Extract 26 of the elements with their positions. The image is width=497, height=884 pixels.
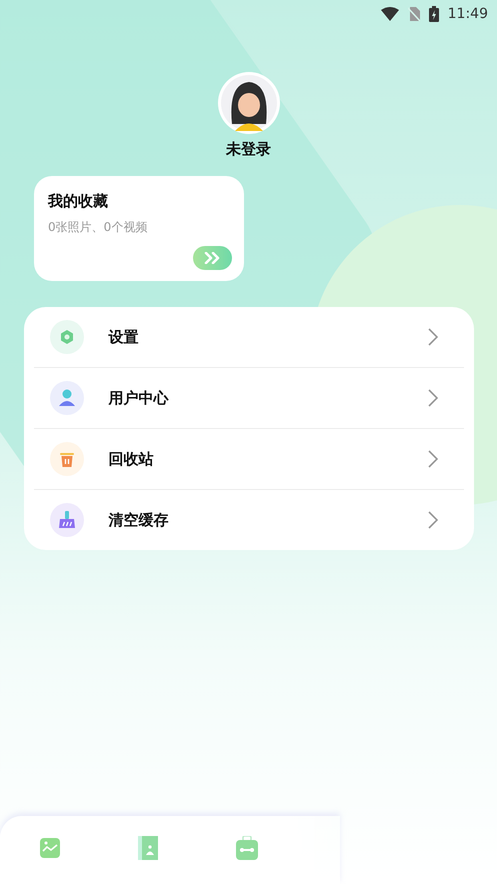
chevron-icon: [428, 450, 438, 468]
gear-icon: [50, 320, 84, 354]
trash-icon: [50, 442, 84, 476]
battery-icon: [428, 6, 439, 22]
forward-button[interactable]: [193, 246, 232, 270]
no-sim-icon: [408, 7, 420, 21]
chevron-icon: [428, 389, 438, 407]
favorites-title: 我的收藏: [48, 192, 109, 211]
favorites-summary: 0张照片、0个视频: [48, 219, 148, 236]
login-status[interactable]: 未登录: [226, 140, 271, 159]
chevron-icon: [428, 511, 438, 529]
favorites-card[interactable]: 我的收藏 0张照片、0个视频: [34, 176, 244, 281]
status-time: 11:49: [448, 6, 488, 22]
toolbox-icon[interactable]: [236, 836, 258, 860]
image-icon[interactable]: [40, 838, 60, 858]
avatar[interactable]: [218, 72, 280, 134]
user-icon: [50, 381, 84, 415]
double-chevron-icon: [204, 252, 222, 264]
menu-item[interactable]: 回收站: [34, 429, 464, 490]
menu-item[interactable]: 设置: [34, 307, 464, 368]
chevron-icon: [428, 328, 438, 346]
menu-item[interactable]: 清空缓存: [34, 490, 464, 550]
menu-item[interactable]: 用户中心: [34, 368, 464, 429]
wifi-icon: [380, 7, 399, 21]
album-icon[interactable]: [138, 836, 158, 860]
broom-icon: [50, 503, 84, 537]
